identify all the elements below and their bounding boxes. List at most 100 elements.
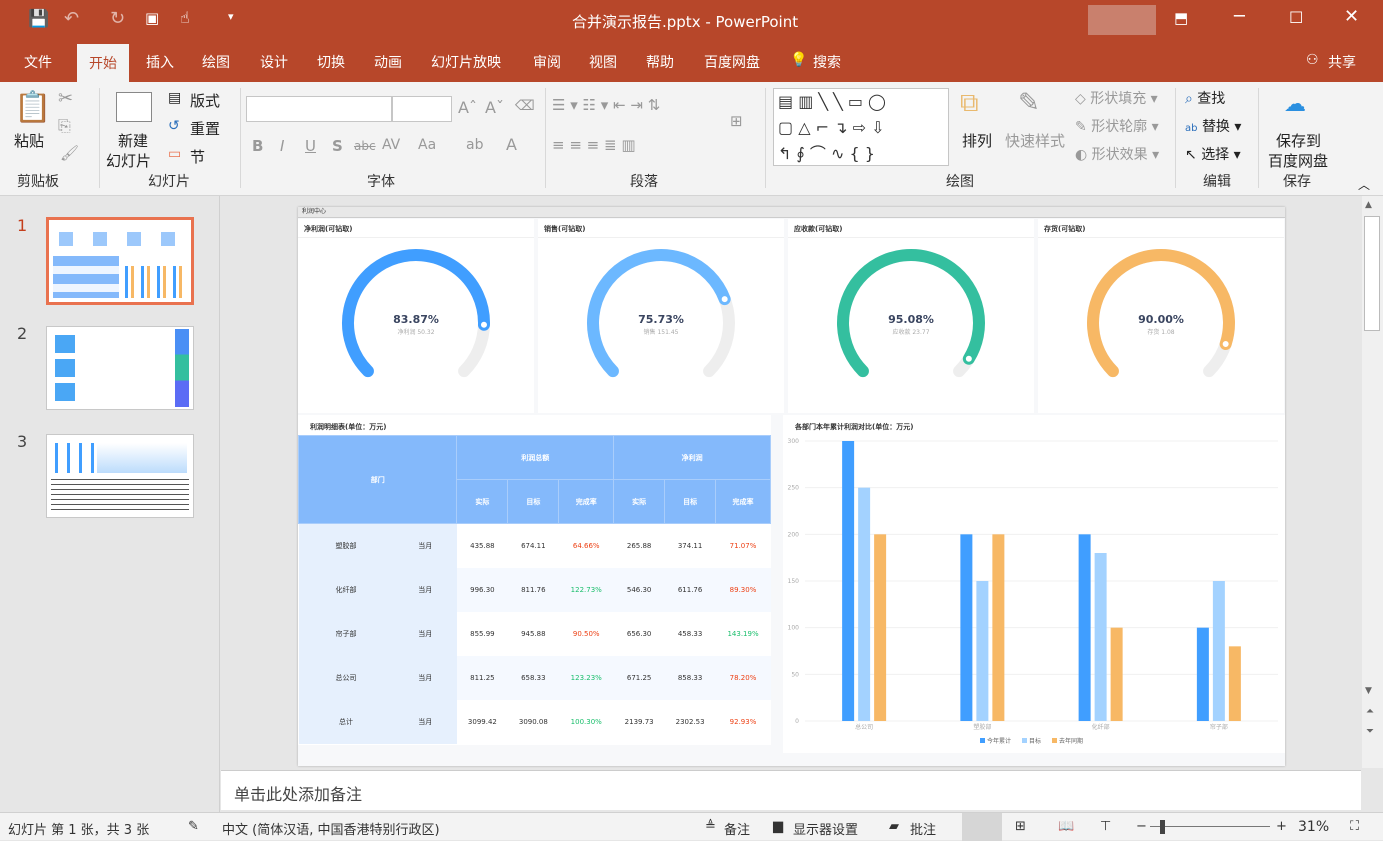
slide-canvas[interactable]: 利润中心 净利润(可钻取) 83.87% 净利润 50.32销售(可钻取) 75… bbox=[298, 207, 1285, 766]
paste-icon[interactable]: 📋 bbox=[14, 90, 51, 125]
tab-help[interactable]: 帮助 bbox=[646, 52, 674, 72]
comments-button[interactable]: 批注 bbox=[910, 819, 936, 838]
shape-outline-button[interactable]: ✎ 形状轮廓 ▾ bbox=[1075, 116, 1159, 136]
shadow-icon[interactable]: S bbox=[332, 137, 343, 155]
font-size-input[interactable] bbox=[392, 96, 452, 122]
new-slide-button[interactable]: 幻灯片 bbox=[106, 150, 151, 171]
save-baidu-button[interactable]: 百度网盘 bbox=[1268, 150, 1328, 171]
shape-fill-button[interactable]: ◇ 形状填充 ▾ bbox=[1075, 88, 1158, 108]
gauge-card[interactable]: 应收款(可钻取) 95.08% 应收款 23.77 bbox=[788, 219, 1034, 413]
underline-icon[interactable]: U bbox=[305, 137, 316, 155]
slideshow-icon[interactable]: ⊤ bbox=[1100, 819, 1111, 834]
change-case-icon[interactable]: Aa bbox=[418, 137, 436, 153]
minimize-icon[interactable]: ─ bbox=[1234, 6, 1245, 27]
char-spacing-icon[interactable]: AV bbox=[382, 137, 400, 153]
zoom-slider-handle[interactable] bbox=[1160, 820, 1165, 834]
share-icon[interactable]: ⚇ bbox=[1306, 52, 1319, 68]
tab-home[interactable]: 开始 bbox=[77, 44, 129, 82]
shapes-gallery[interactable]: ▤ ▥ ╲ ╲ ▭ ◯▢ △ ⌐ ↴ ⇨ ⇩↰ ∮ ⌒ ∿ { } bbox=[773, 88, 949, 166]
fit-slide-icon[interactable]: ⛶ bbox=[1350, 819, 1359, 834]
scroll-up-icon[interactable]: ▲ bbox=[1365, 200, 1372, 210]
slide-thumbnail-3[interactable] bbox=[46, 434, 194, 518]
highlight-icon[interactable]: ab bbox=[466, 137, 483, 153]
tab-review[interactable]: 审阅 bbox=[533, 52, 561, 72]
tab-slideshow[interactable]: 幻灯片放映 bbox=[431, 52, 501, 72]
zoom-in-icon[interactable]: + bbox=[1276, 819, 1287, 834]
new-slide-icon[interactable] bbox=[116, 92, 152, 122]
customize-qat-icon[interactable]: ▾ bbox=[228, 10, 234, 23]
paragraph-tools-icon[interactable]: ☰ ▾ ☷ ▾ ⇤ ⇥ ⇅ bbox=[552, 96, 660, 114]
notes-pane[interactable]: 单击此处添加备注 bbox=[221, 770, 1361, 810]
account-avatar[interactable] bbox=[1088, 5, 1156, 35]
gauge-card[interactable]: 净利润(可钻取) 83.87% 净利润 50.32 bbox=[298, 219, 534, 413]
increase-font-icon[interactable]: Aˆ bbox=[458, 98, 477, 117]
italic-icon[interactable]: I bbox=[280, 137, 284, 155]
slide-thumbnail-1[interactable] bbox=[46, 217, 194, 305]
close-icon[interactable]: ✕ bbox=[1344, 6, 1359, 27]
bold-icon[interactable]: B bbox=[252, 137, 263, 155]
save-icon[interactable]: 💾 bbox=[28, 9, 49, 29]
tab-view[interactable]: 视图 bbox=[589, 52, 617, 72]
tab-design[interactable]: 设计 bbox=[260, 52, 288, 72]
normal-view-icon[interactable] bbox=[962, 813, 1002, 841]
collapse-ribbon-icon[interactable]: ︿ bbox=[1358, 176, 1370, 193]
vertical-scrollbar[interactable]: ▲ ▼ ⏶ ⏷ bbox=[1362, 196, 1383, 768]
previous-slide-icon[interactable]: ⏶ bbox=[1366, 706, 1374, 717]
next-slide-icon[interactable]: ⏷ bbox=[1366, 726, 1374, 737]
paste-button[interactable]: 粘贴 bbox=[14, 130, 44, 151]
quick-styles-button[interactable]: 快速样式 bbox=[1005, 130, 1065, 151]
maximize-icon[interactable]: ☐ bbox=[1289, 8, 1303, 27]
gauge-card[interactable]: 销售(可钻取) 75.73% 销售 151.45 bbox=[538, 219, 784, 413]
tab-transitions[interactable]: 切换 bbox=[317, 52, 345, 72]
tab-insert[interactable]: 插入 bbox=[146, 52, 174, 72]
redo-icon[interactable]: ↻ bbox=[110, 8, 125, 29]
tab-animations[interactable]: 动画 bbox=[374, 52, 402, 72]
ribbon-display-icon[interactable]: ⬒ bbox=[1174, 9, 1188, 27]
gauge-card[interactable]: 存货(可钻取) 90.00% 存货 1.08 bbox=[1038, 219, 1284, 413]
arrange-icon[interactable]: ⧉ bbox=[960, 88, 979, 119]
lightbulb-icon[interactable]: 💡 bbox=[790, 52, 807, 68]
zoom-out-icon[interactable]: − bbox=[1136, 819, 1147, 834]
baidu-cloud-icon[interactable]: ☁ bbox=[1284, 92, 1306, 117]
new-slide-label[interactable]: 新建 bbox=[118, 130, 148, 151]
present-icon[interactable]: ▣ bbox=[145, 9, 159, 27]
shape-effects-button[interactable]: ◐ 形状效果 ▾ bbox=[1075, 144, 1159, 164]
touch-mode-icon[interactable]: ☝ bbox=[180, 8, 190, 27]
zoom-level[interactable]: 31% bbox=[1298, 819, 1329, 835]
text-direction-icon[interactable]: ⊞ bbox=[730, 112, 743, 130]
layout-button[interactable]: 版式 bbox=[190, 90, 220, 111]
section-button[interactable]: 节 bbox=[190, 146, 205, 167]
copy-icon[interactable]: ⎘ bbox=[58, 116, 71, 136]
select-button[interactable]: ↖ 选择 ▾ bbox=[1185, 144, 1241, 164]
format-painter-icon[interactable]: 🖌 bbox=[60, 144, 79, 162]
decrease-font-icon[interactable]: Aˇ bbox=[485, 98, 504, 117]
align-tools-icon[interactable]: ≡ ≡ ≡ ≣ ▥ bbox=[552, 136, 636, 154]
scroll-down-icon[interactable]: ▼ bbox=[1365, 686, 1372, 696]
quick-styles-icon[interactable]: ✎ bbox=[1018, 88, 1040, 118]
tab-baidu[interactable]: 百度网盘 bbox=[704, 52, 760, 72]
reading-view-icon[interactable]: 📖 bbox=[1058, 819, 1074, 834]
language-status[interactable]: 中文 (简体汉语, 中国香港特别行政区) bbox=[222, 819, 440, 838]
cut-icon[interactable]: ✂ bbox=[58, 88, 73, 109]
replace-button[interactable]: ab 替换 ▾ bbox=[1185, 116, 1241, 136]
font-color-icon[interactable]: A bbox=[506, 135, 517, 154]
tab-draw[interactable]: 绘图 bbox=[202, 52, 230, 72]
slide-sorter-icon[interactable]: ⊞ bbox=[1015, 819, 1026, 834]
find-button[interactable]: ⌕ 查找 bbox=[1185, 88, 1225, 108]
scrollbar-thumb[interactable] bbox=[1364, 216, 1380, 331]
slide-thumbnail-2[interactable] bbox=[46, 326, 194, 410]
tab-file[interactable]: 文件 bbox=[24, 52, 52, 72]
share-button[interactable]: 共享 bbox=[1328, 52, 1356, 72]
search-tab[interactable]: 搜索 bbox=[813, 52, 841, 72]
save-baidu-label[interactable]: 保存到 bbox=[1276, 130, 1321, 151]
clear-format-icon[interactable]: ⌫ bbox=[515, 98, 535, 114]
font-name-input[interactable] bbox=[246, 96, 392, 122]
arrange-button[interactable]: 排列 bbox=[962, 130, 992, 151]
zoom-slider[interactable] bbox=[1150, 826, 1270, 827]
strikethrough-icon[interactable]: abc bbox=[354, 139, 376, 153]
display-settings-button[interactable]: 显示器设置 bbox=[793, 819, 858, 838]
undo-icon[interactable]: ↶ bbox=[64, 8, 79, 29]
notes-button[interactable]: 备注 bbox=[724, 819, 750, 838]
reset-button[interactable]: 重置 bbox=[190, 118, 220, 139]
spellcheck-icon[interactable]: ✎ bbox=[188, 819, 199, 834]
